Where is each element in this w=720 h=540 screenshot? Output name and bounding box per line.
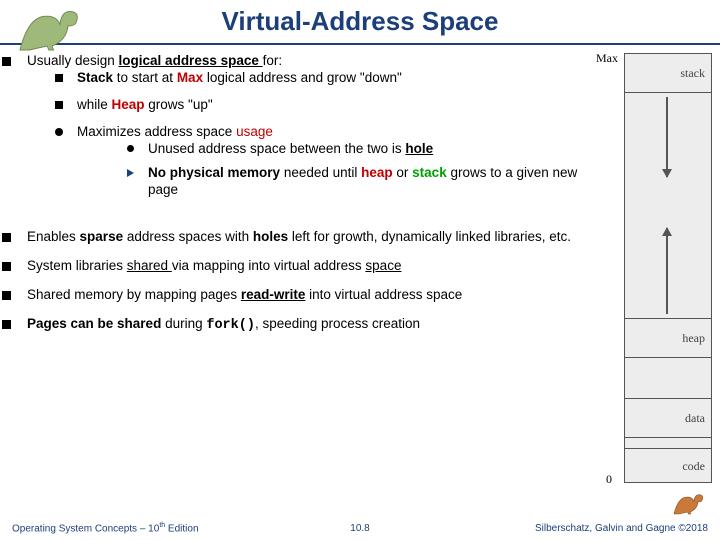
dinosaur-logo xyxy=(10,2,94,58)
bullet-1c-ii: No physical memory needed until heap or … xyxy=(148,165,600,199)
figure-max-label: Max xyxy=(596,51,618,66)
bullet-4: Shared memory by mapping pages read-writ… xyxy=(27,287,462,304)
bullet-1: Usually design logical address space for… xyxy=(27,53,600,70)
figure-data-label: data xyxy=(685,412,711,424)
figure-zero-label: 0 xyxy=(606,472,612,487)
slide-content: Usually design logical address space for… xyxy=(0,49,600,483)
figure-code-label: code xyxy=(682,460,711,472)
slide-title: Virtual-Address Space xyxy=(14,0,706,37)
memory-layout-figure: Max 0 stack heap data code xyxy=(608,49,720,483)
bullet-5: Pages can be shared during fork(), speed… xyxy=(27,316,420,335)
figure-stack-label: stack xyxy=(680,67,711,79)
bullet-2: Enables sparse address spaces with holes… xyxy=(27,229,571,246)
bullet-1a: Stack to start at Max logical address an… xyxy=(77,70,402,87)
bullet-1c: Maximizes address space usage xyxy=(77,124,600,141)
bullet-3: System libraries shared via mapping into… xyxy=(27,258,401,275)
footer-dinosaur-icon xyxy=(670,490,710,518)
bullet-1b: while Heap grows "up" xyxy=(77,97,213,114)
figure-heap-label: heap xyxy=(682,332,711,344)
footer-page-number: 10.8 xyxy=(350,523,369,534)
heap-up-arrow-icon xyxy=(666,228,668,314)
title-divider xyxy=(0,43,720,45)
stack-down-arrow-icon xyxy=(666,97,668,177)
bullet-1c-i: Unused address space between the two is … xyxy=(148,141,433,158)
footer-left: Operating System Concepts – 10th Edition xyxy=(12,522,199,534)
footer-right: Silberschatz, Galvin and Gagne ©2018 xyxy=(535,523,708,534)
